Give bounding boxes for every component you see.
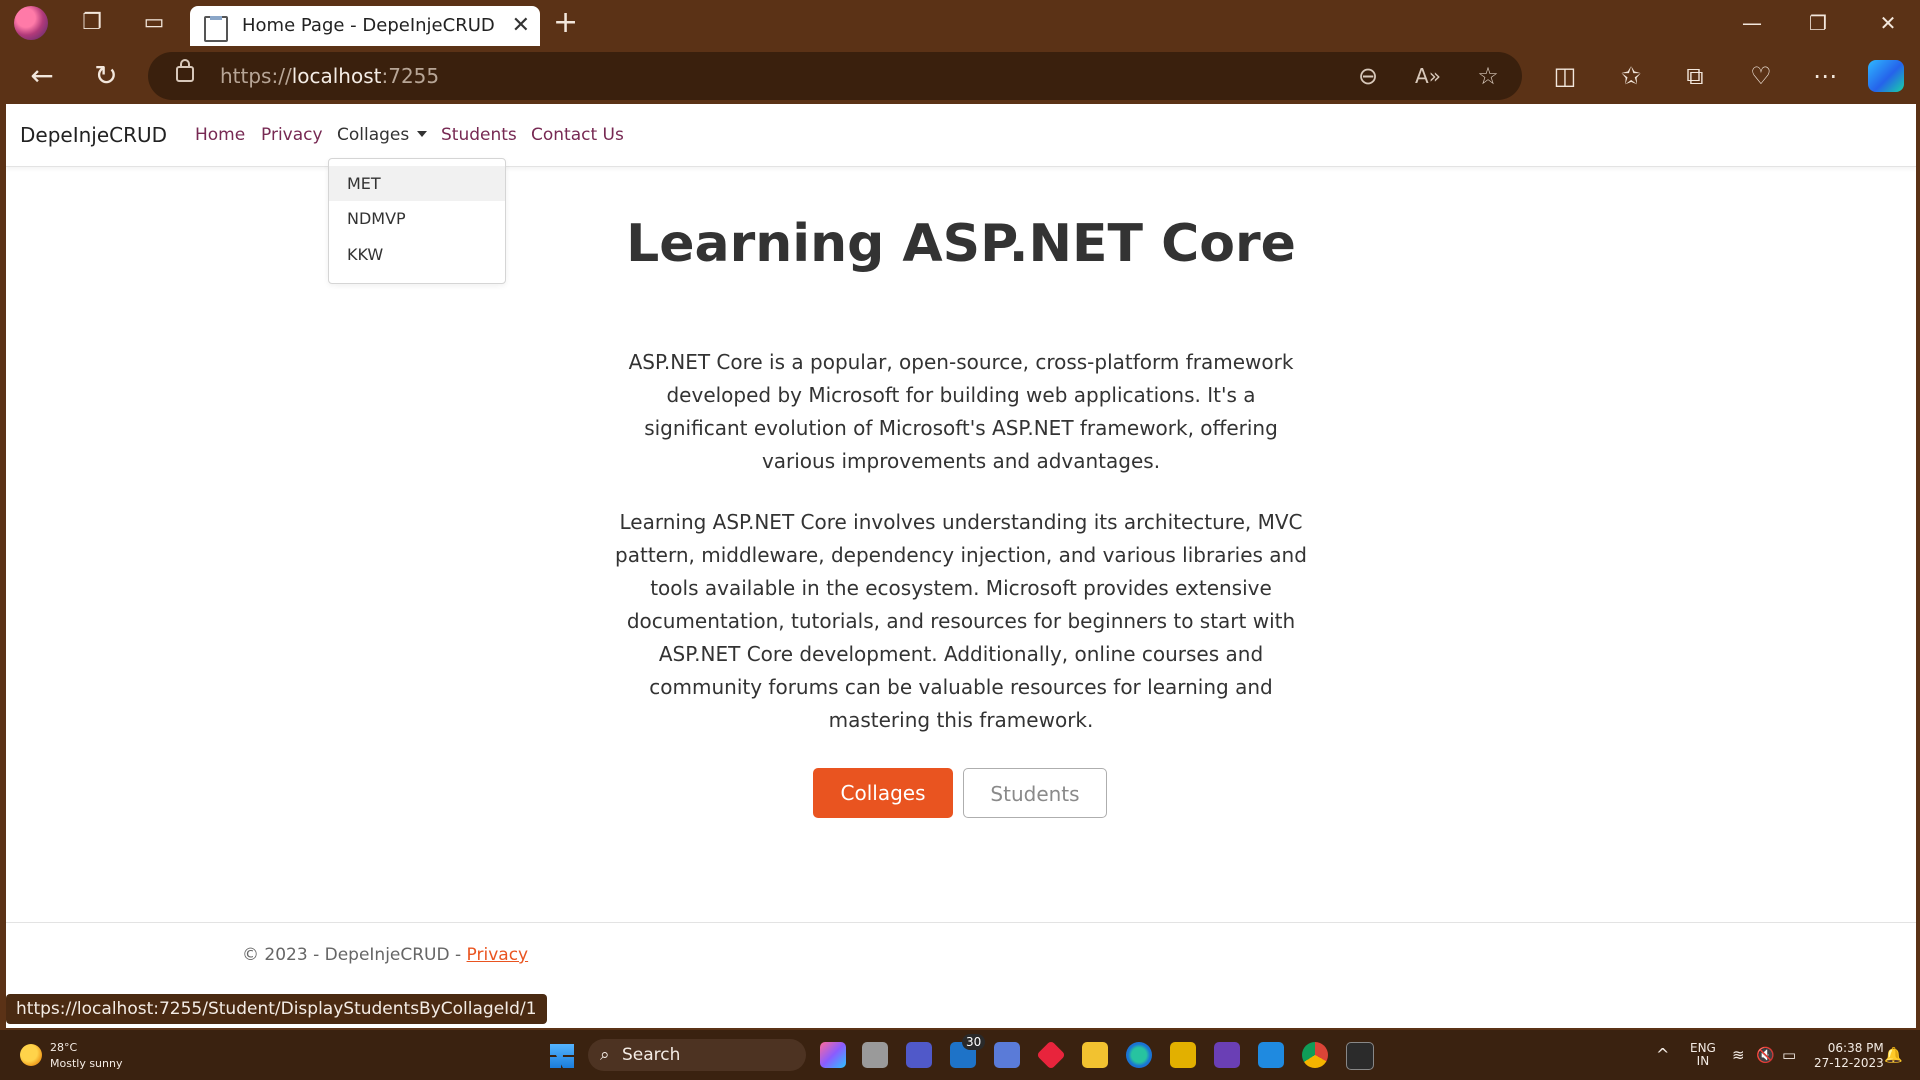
refresh-icon[interactable]: ↻	[84, 46, 128, 106]
clock[interactable]: 06:38 PM 27-12-2023	[1814, 1041, 1884, 1071]
minimize-icon[interactable]: —	[1732, 0, 1772, 46]
tab-home-page[interactable]: Home Page - DepeInjeCRUD ✕	[190, 6, 540, 46]
address-bar[interactable]: https://localhost:7255 ⊖ A» ☆	[148, 52, 1522, 100]
footer-privacy-link[interactable]: Privacy	[467, 945, 529, 965]
students-button[interactable]: Students	[963, 768, 1107, 818]
restore-icon[interactable]: ❐	[1798, 0, 1838, 46]
vertical-tabs-icon[interactable]: ▭	[134, 0, 174, 46]
collections-icon[interactable]: ⧉	[1672, 46, 1718, 106]
nav-collages-label: Collages	[337, 125, 410, 145]
dropdown-item-met[interactable]: MET	[329, 166, 505, 201]
chevron-up-icon[interactable]: ^	[1656, 1030, 1669, 1080]
workspaces-icon[interactable]: ❐	[72, 0, 112, 46]
lock-icon[interactable]	[176, 59, 194, 82]
browser-tab-bar: ❐ ▭ Home Page - DepeInjeCRUD ✕ + — ❐ ✕	[0, 0, 1920, 46]
vscode-icon[interactable]	[1258, 1042, 1284, 1068]
copilot-taskbar-icon[interactable]	[820, 1042, 846, 1068]
language-indicator[interactable]: ENG IN	[1690, 1042, 1716, 1068]
tab-close-icon[interactable]: ✕	[512, 6, 530, 46]
copilot-icon[interactable]	[1868, 60, 1904, 92]
learning-paragraph: Learning ASP.NET Core involves understan…	[615, 510, 1307, 732]
chrome-icon[interactable]	[1302, 1042, 1328, 1068]
battery-icon[interactable]: ▭	[1782, 1030, 1796, 1080]
new-tab-icon[interactable]: +	[553, 0, 578, 46]
read-aloud-icon[interactable]: A»	[1408, 52, 1448, 100]
favorite-star-icon[interactable]: ☆	[1468, 52, 1508, 100]
url-text: https://localhost:7255	[220, 64, 440, 88]
edge-icon[interactable]	[1126, 1042, 1152, 1068]
start-windows-icon[interactable]	[550, 1044, 574, 1068]
nav-students-link[interactable]: Students	[441, 104, 517, 166]
intro-paragraph: ASP.NET Core is a popular, open-source, …	[628, 350, 1294, 473]
link-status-bubble: https://localhost:7255/Student/DisplaySt…	[6, 994, 547, 1024]
search-icon: ⌕	[600, 1045, 610, 1065]
tools-icon[interactable]	[1170, 1042, 1196, 1068]
collages-button[interactable]: Collages	[813, 768, 953, 818]
volume-muted-icon[interactable]: 🔇	[1756, 1030, 1775, 1080]
nav-home-link[interactable]: Home	[195, 104, 245, 166]
photos-icon[interactable]	[994, 1042, 1020, 1068]
visual-studio-icon[interactable]	[1214, 1042, 1240, 1068]
more-menu-icon[interactable]: ⋯	[1802, 46, 1848, 106]
split-screen-icon[interactable]: ◫	[1542, 46, 1588, 106]
page-viewport: DepeInjeCRUD Home Privacy Collages Stude…	[6, 104, 1916, 1028]
wifi-icon[interactable]: ≋	[1732, 1030, 1745, 1080]
site-brand[interactable]: DepeInjeCRUD	[20, 104, 167, 166]
page-favicon-icon	[204, 16, 228, 42]
nav-privacy-link[interactable]: Privacy	[261, 104, 323, 166]
teams-icon[interactable]	[906, 1042, 932, 1068]
back-icon[interactable]: ←	[20, 46, 64, 106]
page-title: Learning ASP.NET Core	[626, 214, 1296, 274]
browser-toolbar: ← ↻ https://localhost:7255 ⊖ A» ☆ ◫ ✩ ⧉ …	[0, 46, 1920, 106]
taskbar-search[interactable]: ⌕ Search	[588, 1039, 806, 1071]
task-view-icon[interactable]	[862, 1042, 888, 1068]
close-window-icon[interactable]: ✕	[1868, 0, 1908, 46]
zoom-out-icon[interactable]: ⊖	[1348, 52, 1388, 100]
notifications-bell-icon[interactable]: 🔔	[1884, 1030, 1903, 1080]
site-navbar: DepeInjeCRUD Home Privacy Collages Stude…	[6, 104, 1916, 167]
mail-badge: 30	[962, 1034, 986, 1050]
windows-taskbar: 28°C Mostly sunny ⌕ Search 30 ^ ENG IN ≋ 🔇 …	[0, 1030, 1920, 1080]
terminal-icon[interactable]	[1346, 1042, 1374, 1070]
nav-collages-dropdown[interactable]: Collages	[337, 104, 428, 166]
footer-text: © 2023 - DepeInjeCRUD - Privacy	[242, 945, 529, 965]
weather-sun-icon[interactable]	[20, 1044, 42, 1066]
browser-essentials-icon[interactable]: ♡	[1738, 46, 1784, 106]
app-diamond-icon[interactable]	[1036, 1040, 1066, 1070]
tab-title: Home Page - DepeInjeCRUD	[242, 15, 495, 36]
favorites-icon[interactable]: ✩	[1608, 46, 1654, 106]
profile-avatar[interactable]	[14, 6, 48, 40]
caret-down-icon	[417, 131, 428, 137]
weather-widget[interactable]: 28°C Mostly sunny	[50, 1040, 122, 1072]
file-explorer-icon[interactable]	[1082, 1042, 1108, 1068]
nav-contact-link[interactable]: Contact Us	[531, 104, 624, 166]
